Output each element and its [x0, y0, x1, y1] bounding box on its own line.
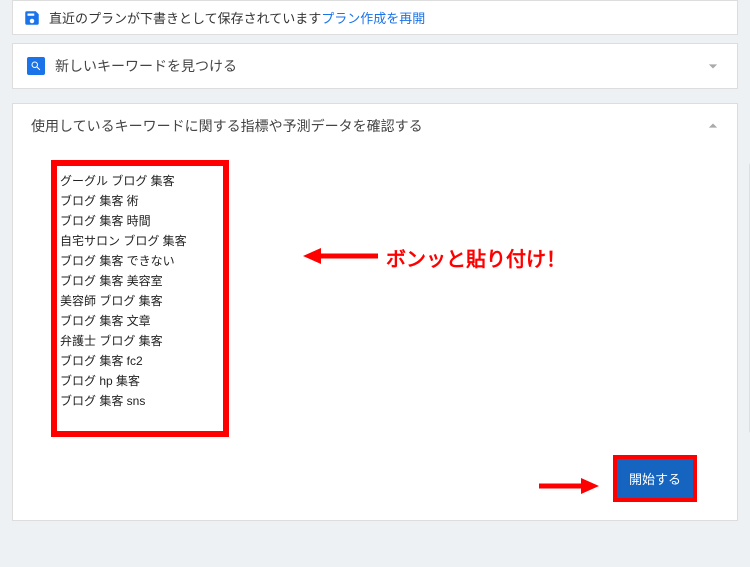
panel-keyword-metrics-body: ボンッと貼り付け！ 開始する [13, 148, 737, 520]
search-icon [27, 57, 45, 75]
annotation-arrow-left [303, 246, 378, 266]
notice-text: 直近のプランが下書きとして保存されています [49, 8, 321, 27]
panel-keyword-metrics: 使用しているキーワードに関する指標や予測データを確認する ボンッと貼り付け！ 開… [12, 103, 738, 521]
chevron-up-icon [703, 116, 723, 136]
start-button[interactable]: 開始する [613, 455, 697, 502]
action-row: 開始する [51, 455, 699, 502]
scrollbar-track [226, 160, 750, 450]
annotation-highlight-box [51, 160, 229, 437]
panel-find-keywords-header[interactable]: 新しいキーワードを見つける [13, 44, 737, 88]
keywords-textarea[interactable] [57, 166, 221, 428]
chevron-down-icon [703, 56, 723, 76]
panel-keyword-metrics-title: 使用しているキーワードに関する指標や予測データを確認する [31, 116, 703, 136]
annotation-paste-label: ボンッと貼り付け！ [386, 243, 566, 272]
resume-plan-link[interactable]: プラン作成を再開 [321, 8, 425, 27]
save-icon [23, 9, 41, 27]
draft-plan-notice: 直近のプランが下書きとして保存されています プラン作成を再開 [12, 0, 738, 35]
panel-keyword-metrics-header[interactable]: 使用しているキーワードに関する指標や予測データを確認する [13, 104, 737, 148]
keyword-input-area: ボンッと貼り付け！ [51, 160, 699, 437]
panel-find-keywords-title: 新しいキーワードを見つける [55, 56, 703, 76]
panel-find-keywords: 新しいキーワードを見つける [12, 43, 738, 89]
annotation-arrow-right [539, 476, 599, 496]
